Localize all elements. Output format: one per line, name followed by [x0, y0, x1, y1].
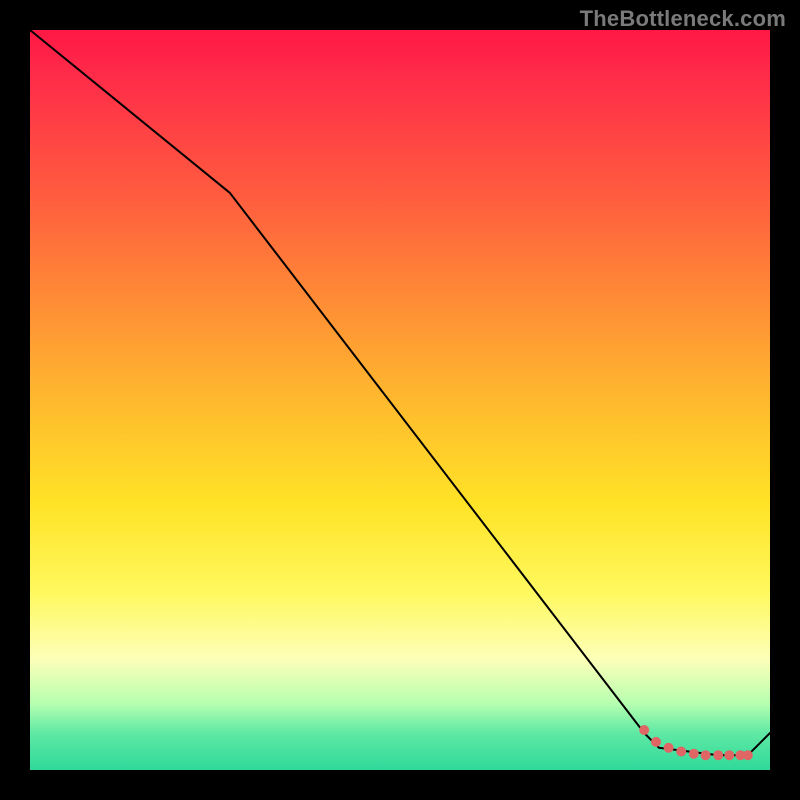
flat-region-dots — [639, 725, 753, 760]
watermark-text: TheBottleneck.com — [580, 6, 786, 32]
marker-dot — [651, 737, 661, 747]
marker-dot — [724, 750, 734, 760]
marker-dot — [743, 750, 753, 760]
chart-overlay — [30, 30, 770, 770]
marker-dot — [689, 749, 699, 759]
marker-dot — [664, 743, 674, 753]
marker-dot — [701, 750, 711, 760]
marker-dot — [676, 747, 686, 757]
marker-dot — [713, 750, 723, 760]
marker-dot — [639, 725, 649, 735]
chart-stage: TheBottleneck.com — [0, 0, 800, 800]
curve-line — [30, 30, 770, 755]
